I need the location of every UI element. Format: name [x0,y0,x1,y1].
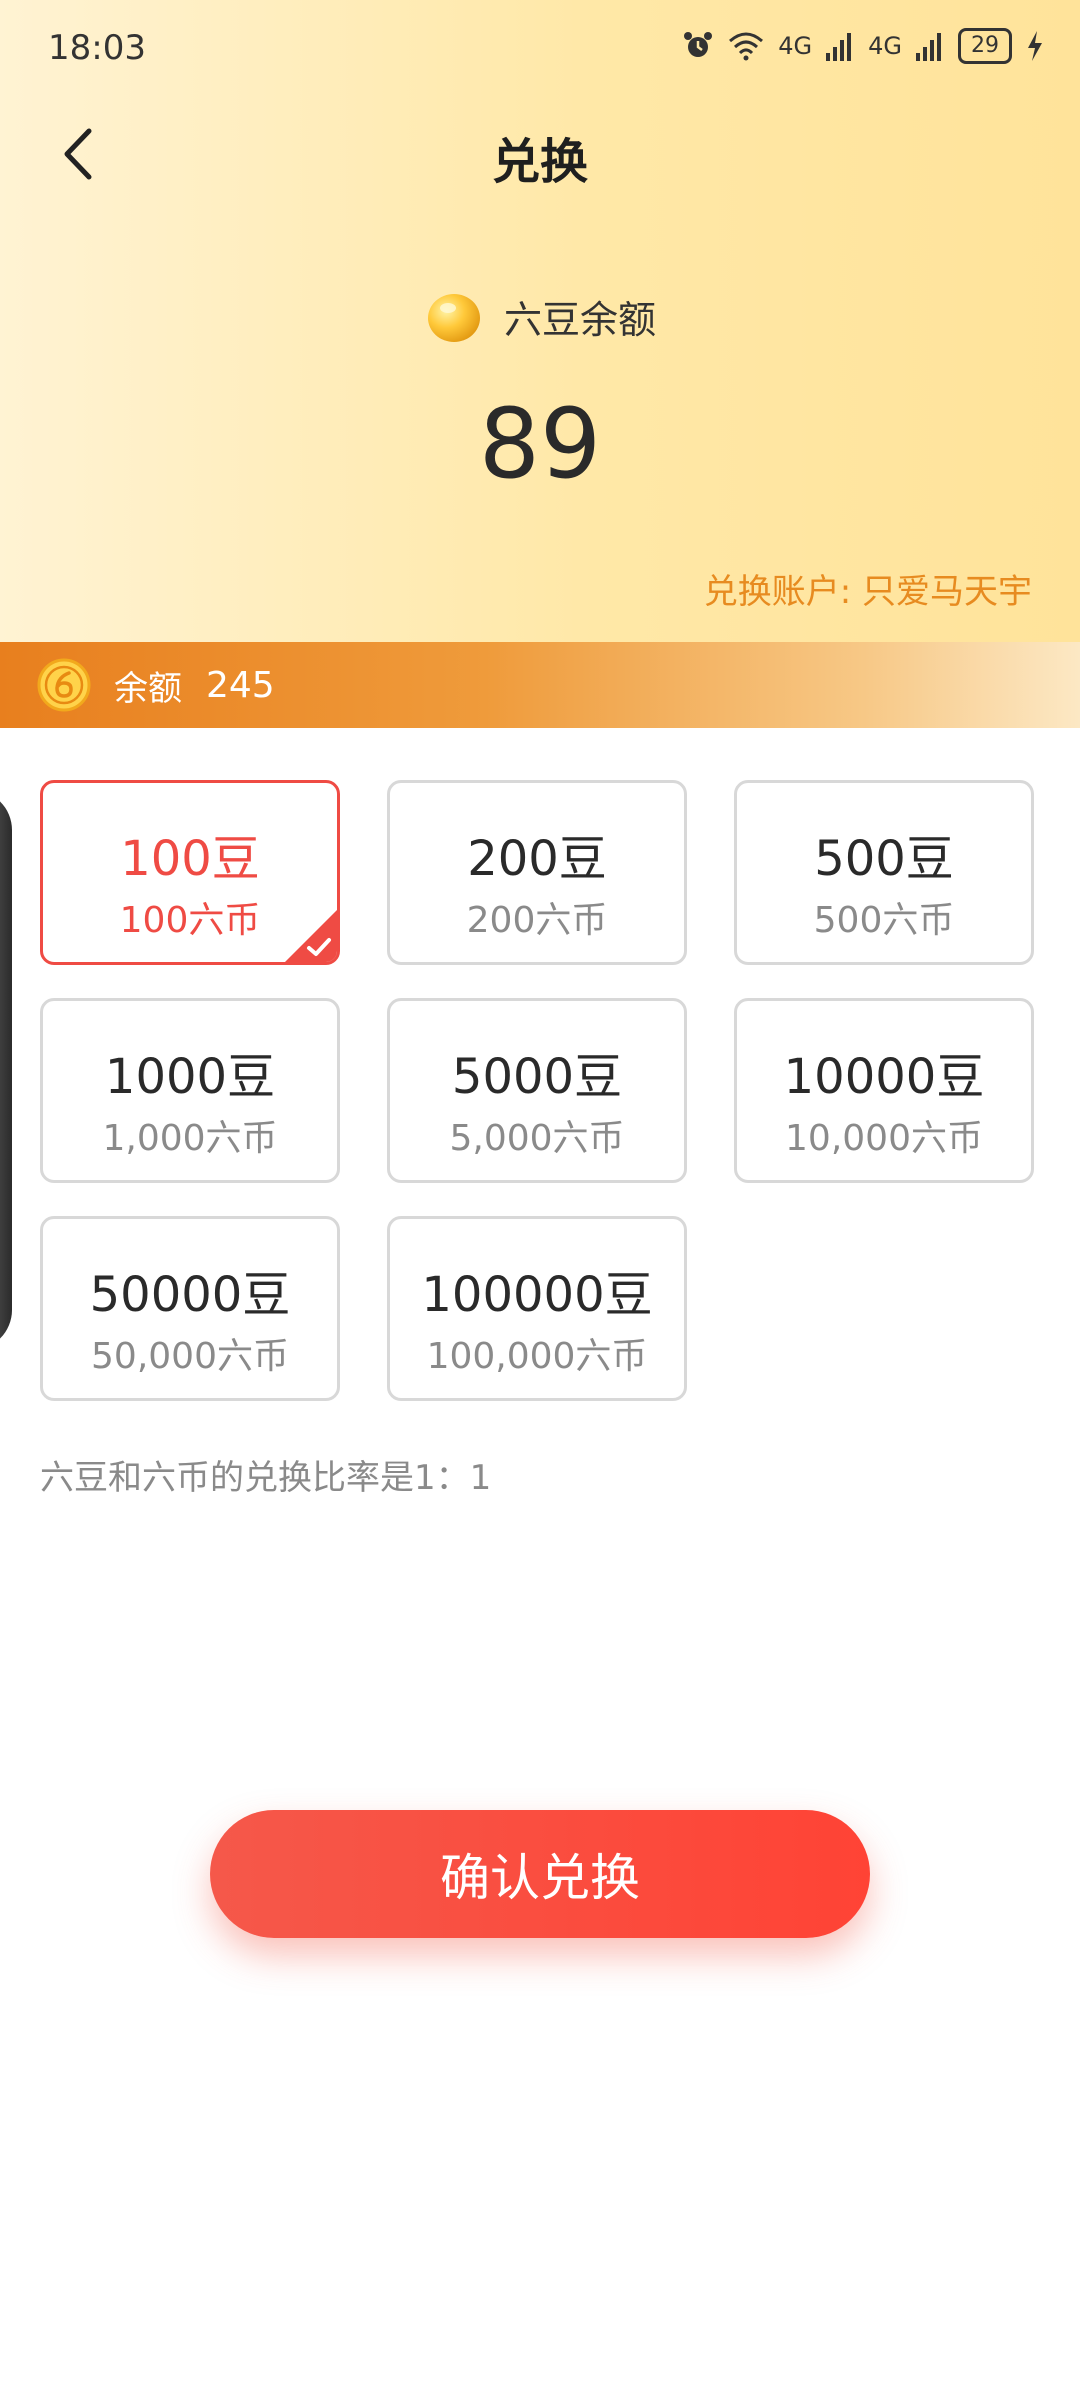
exchange-page: 18:03 4G 4G 29 兑换 六豆余额 89 兑换账户: 只爱马天宇 余额… [0,0,1080,2400]
status-time: 18:03 [48,28,146,68]
status-icons: 4G 4G 29 [682,28,1044,64]
header-area: 18:03 4G 4G 29 兑换 六豆余额 89 兑换账户: 只爱马天宇 [0,0,1080,642]
balance-label-row: 六豆余额 [0,286,1080,346]
signal-1-label: 4G [778,32,813,60]
option-coins: 1,000六币 [102,1118,278,1159]
option-coins: 200六币 [466,900,608,941]
page-title: 兑换 [491,134,588,190]
option-50000[interactable]: 50000豆 50,000六币 [40,1216,340,1401]
account-prefix: 兑换账户: [703,572,862,612]
option-beans: 5000豆 [451,1049,623,1105]
option-1000[interactable]: 1000豆 1,000六币 [40,998,340,1183]
option-5000[interactable]: 5000豆 5,000六币 [387,998,687,1183]
battery-indicator: 29 [958,28,1012,64]
signal-2-label: 4G [868,32,902,60]
strip-value: 245 [206,664,275,706]
account-name: 只爱马天宇 [862,572,1032,612]
option-beans: 10000豆 [783,1049,985,1105]
option-coins: 500六币 [813,900,955,941]
edge-decoration [0,790,12,1350]
wifi-icon [729,32,764,61]
exchange-account: 兑换账户: 只爱马天宇 [704,564,1032,613]
signal-bars-icon-2 [916,33,941,61]
alarm-icon [684,32,713,57]
option-coins: 100,000六币 [426,1336,648,1377]
option-beans: 500豆 [814,831,954,887]
option-100[interactable]: 100豆 100六币 [40,780,340,965]
option-beans: 1000豆 [104,1049,276,1105]
option-beans: 100000豆 [421,1267,653,1323]
selected-check-icon [285,910,337,962]
option-coins: 5,000六币 [449,1118,625,1159]
status-bar: 18:03 4G 4G 29 [0,0,1080,100]
exchange-rate-note: 六豆和六币的兑换比率是1：1 [40,1458,492,1498]
coin-balance-strip: 余额 245 [0,642,1080,728]
option-10000[interactable]: 10000豆 10,000六币 [734,998,1034,1183]
balance-label: 六豆余额 [503,297,656,342]
signal-bars-icon [826,33,852,61]
option-100000[interactable]: 100000豆 100,000六币 [387,1216,687,1401]
option-coins: 50,000六币 [91,1336,289,1377]
option-coins: 10,000六币 [785,1118,983,1159]
bean-icon [427,294,480,342]
confirm-exchange-button[interactable]: 确认兑换 [210,1810,870,1938]
option-beans: 50000豆 [89,1267,291,1323]
strip-label: 余额 [114,668,182,709]
balance-value: 89 [478,388,602,500]
charging-icon [1028,31,1042,61]
six-coin-icon [37,658,91,712]
option-200[interactable]: 200豆 200六币 [387,780,687,965]
option-beans: 100豆 [120,831,260,887]
option-beans: 200豆 [467,831,607,887]
option-500[interactable]: 500豆 500六币 [734,780,1034,965]
title-bar: 兑换 [0,110,1080,200]
